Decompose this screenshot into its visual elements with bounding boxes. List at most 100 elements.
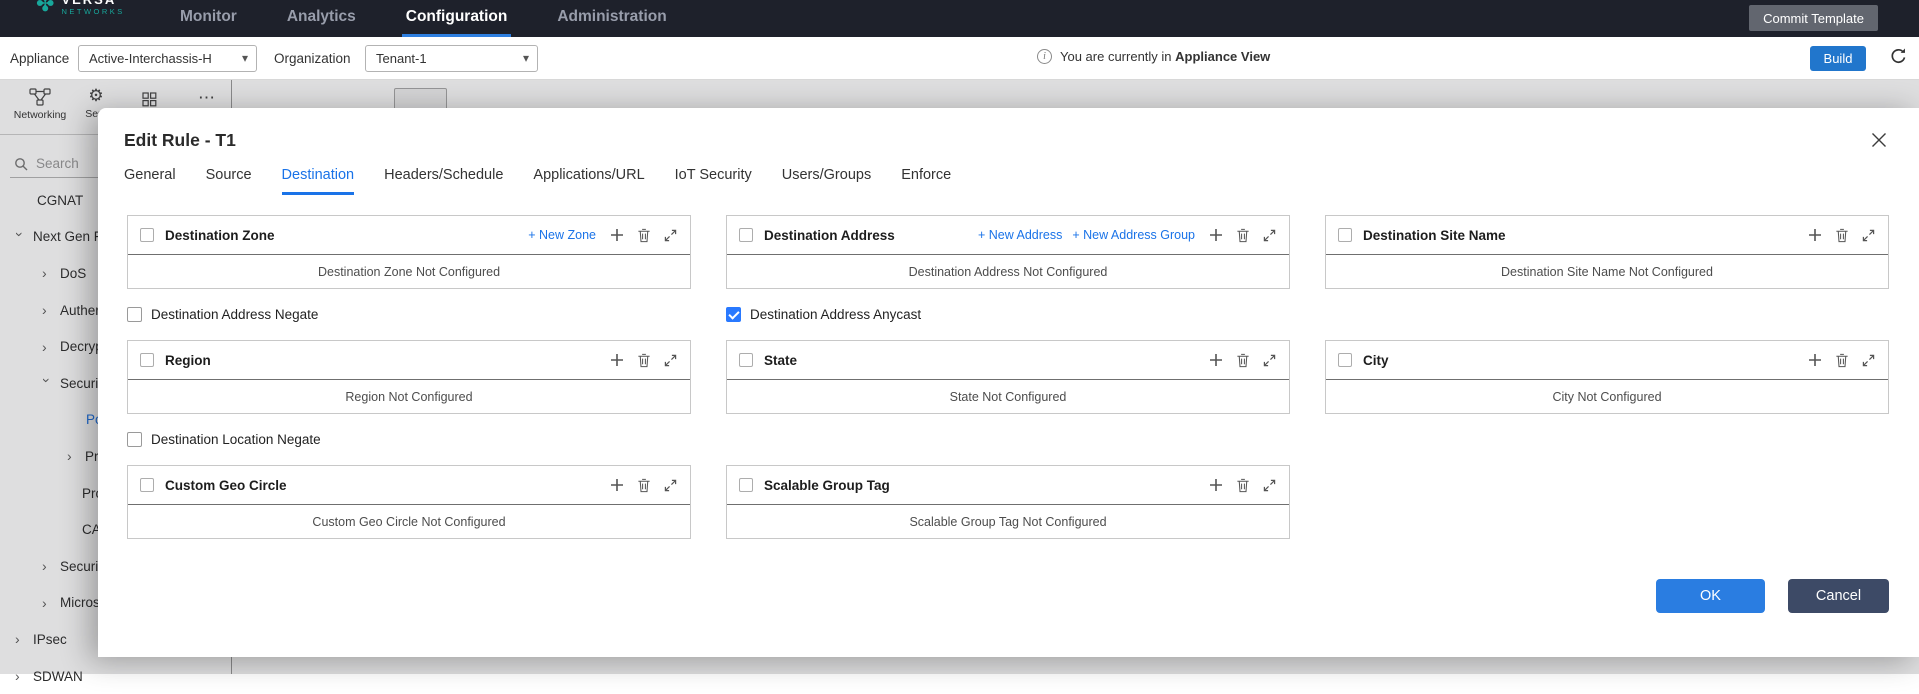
checkbox-checked[interactable] xyxy=(726,307,741,322)
close-icon[interactable] xyxy=(1869,130,1889,150)
new-zone-link[interactable]: + New Zone xyxy=(528,228,596,242)
expand-icon[interactable] xyxy=(664,354,677,367)
custom-geo-circle-empty-text: Custom Geo Circle Not Configured xyxy=(312,514,506,529)
destination-site-name-empty-text: Destination Site Name Not Configured xyxy=(1501,264,1713,279)
refresh-icon[interactable] xyxy=(1889,47,1908,66)
delete-icon[interactable] xyxy=(1236,478,1250,493)
delete-icon[interactable] xyxy=(637,228,651,243)
dialog-tabs: General Source Destination Headers/Sched… xyxy=(98,167,1919,195)
expand-icon[interactable] xyxy=(664,229,677,242)
panel-destination-zone: Destination Zone + New Zone Destination … xyxy=(127,215,691,289)
dialog-title: Edit Rule - T1 xyxy=(124,130,236,150)
checkbox-unchecked[interactable] xyxy=(127,307,142,322)
context-note-text: You are currently in xyxy=(1060,49,1172,64)
nav-administration[interactable]: Administration xyxy=(553,0,670,37)
context-toolbar: Appliance Active-Interchassis-H Organiza… xyxy=(0,37,1919,80)
panel-title: Scalable Group Tag xyxy=(764,477,890,493)
state-empty-text: State Not Configured xyxy=(949,389,1067,404)
destination-zone-empty-text: Destination Zone Not Configured xyxy=(317,264,501,279)
checkbox-label: Destination Address Negate xyxy=(151,307,319,322)
state-select-checkbox[interactable] xyxy=(739,353,753,367)
ok-button[interactable]: OK xyxy=(1656,579,1765,613)
destination-site-name-select-checkbox[interactable] xyxy=(1338,228,1352,242)
panel-region: Region Region Not Configured xyxy=(127,340,691,414)
tab-headers-schedule[interactable]: Headers/Schedule xyxy=(384,167,503,195)
appliance-select[interactable]: Active-Interchassis-H xyxy=(78,45,257,72)
top-nav-bar: ✤ VERSA NETWORKS Monitor Analytics Confi… xyxy=(0,0,1919,37)
organization-select-value: Tenant-1 xyxy=(376,51,427,66)
checkbox-label: Destination Address Anycast xyxy=(750,307,922,322)
scalable-group-tag-empty-text: Scalable Group Tag Not Configured xyxy=(909,514,1107,529)
appliance-label: Appliance xyxy=(10,51,70,66)
new-address-group-link[interactable]: + New Address Group xyxy=(1072,228,1195,242)
tab-iot-security[interactable]: IoT Security xyxy=(675,167,752,195)
expand-icon[interactable] xyxy=(664,479,677,492)
versa-logo: ✤ VERSA NETWORKS xyxy=(36,0,125,16)
expand-icon[interactable] xyxy=(1263,354,1276,367)
add-icon[interactable] xyxy=(610,228,624,242)
tab-destination[interactable]: Destination xyxy=(281,167,355,195)
panel-custom-geo-circle: Custom Geo Circle Custom Geo Circle Not … xyxy=(127,465,691,539)
panel-title: State xyxy=(764,352,798,368)
delete-icon[interactable] xyxy=(1835,228,1849,243)
panel-state: State State Not Configured xyxy=(726,340,1290,414)
checkbox-destination-address-negate[interactable]: Destination Address Negate xyxy=(127,307,691,322)
commit-template-button[interactable]: Commit Template xyxy=(1749,5,1878,31)
tab-source[interactable]: Source xyxy=(206,167,252,195)
panel-city: City City Not Configured xyxy=(1325,340,1889,414)
destination-address-empty-text: Destination Address Not Configured xyxy=(908,264,1108,279)
tab-general[interactable]: General xyxy=(124,167,176,195)
custom-geo-circle-select-checkbox[interactable] xyxy=(140,478,154,492)
panel-title: Destination Address xyxy=(764,227,895,243)
add-icon[interactable] xyxy=(1808,228,1822,242)
edit-rule-dialog: Edit Rule - T1 General Source Destinatio… xyxy=(98,108,1919,657)
organization-label: Organization xyxy=(274,51,351,66)
tab-enforce[interactable]: Enforce xyxy=(901,167,951,195)
add-icon[interactable] xyxy=(1209,228,1223,242)
expand-icon[interactable] xyxy=(1263,479,1276,492)
destination-address-select-checkbox[interactable] xyxy=(739,228,753,242)
checkbox-destination-location-negate[interactable]: Destination Location Negate xyxy=(127,432,691,447)
nav-monitor[interactable]: Monitor xyxy=(176,0,241,37)
delete-icon[interactable] xyxy=(1236,228,1250,243)
expand-icon[interactable] xyxy=(1263,229,1276,242)
cancel-button[interactable]: Cancel xyxy=(1788,579,1889,613)
add-icon[interactable] xyxy=(1209,478,1223,492)
checkbox-destination-address-anycast[interactable]: Destination Address Anycast xyxy=(726,307,1290,322)
organization-select[interactable]: Tenant-1 xyxy=(365,45,538,72)
add-icon[interactable] xyxy=(610,353,624,367)
main-nav: Monitor Analytics Configuration Administ… xyxy=(176,0,713,37)
info-icon: i xyxy=(1037,49,1052,64)
city-select-checkbox[interactable] xyxy=(1338,353,1352,367)
region-empty-text: Region Not Configured xyxy=(345,389,473,404)
add-icon[interactable] xyxy=(610,478,624,492)
checkbox-unchecked[interactable] xyxy=(127,432,142,447)
delete-icon[interactable] xyxy=(1236,353,1250,368)
panel-title: Custom Geo Circle xyxy=(165,477,287,493)
panel-destination-address: Destination Address + New Address + New … xyxy=(726,215,1290,289)
delete-icon[interactable] xyxy=(1835,353,1849,368)
city-empty-text: City Not Configured xyxy=(1552,389,1662,404)
nav-analytics[interactable]: Analytics xyxy=(283,0,360,37)
region-select-checkbox[interactable] xyxy=(140,353,154,367)
brand-clover-icon: ✤ xyxy=(36,0,55,17)
context-note: i You are currently in Appliance View xyxy=(1037,49,1270,64)
delete-icon[interactable] xyxy=(637,353,651,368)
tab-users-groups[interactable]: Users/Groups xyxy=(782,167,871,195)
new-address-link[interactable]: + New Address xyxy=(978,228,1062,242)
expand-icon[interactable] xyxy=(1862,354,1875,367)
destination-zone-select-checkbox[interactable] xyxy=(140,228,154,242)
panel-title: Destination Zone xyxy=(165,227,275,243)
appliance-select-value: Active-Interchassis-H xyxy=(89,51,212,66)
add-icon[interactable] xyxy=(1209,353,1223,367)
panel-title: Destination Site Name xyxy=(1363,227,1506,243)
delete-icon[interactable] xyxy=(637,478,651,493)
expand-icon[interactable] xyxy=(1862,229,1875,242)
checkbox-label: Destination Location Negate xyxy=(151,432,321,447)
add-icon[interactable] xyxy=(1808,353,1822,367)
brand-name: VERSA xyxy=(61,0,124,6)
tab-applications-url[interactable]: Applications/URL xyxy=(533,167,644,195)
scalable-group-tag-select-checkbox[interactable] xyxy=(739,478,753,492)
nav-configuration[interactable]: Configuration xyxy=(401,0,512,37)
build-button[interactable]: Build xyxy=(1810,46,1866,71)
